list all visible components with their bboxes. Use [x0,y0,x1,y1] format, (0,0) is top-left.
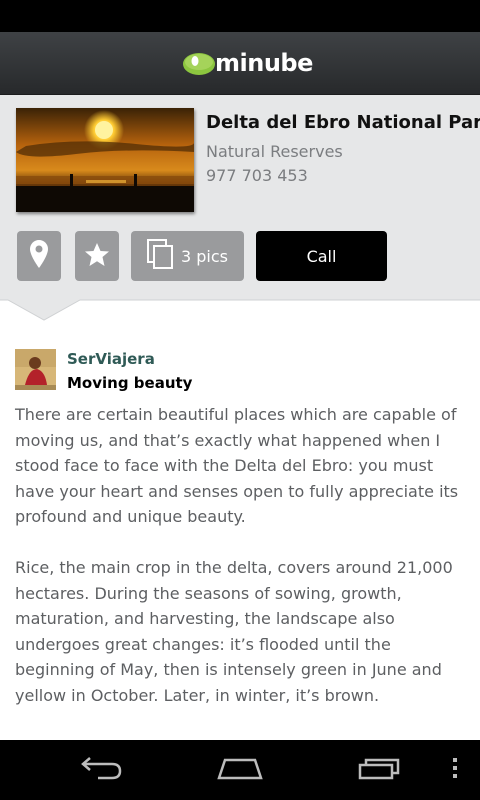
overflow-menu-button[interactable] [440,740,470,800]
photos-count-label: 3 pics [181,246,228,266]
place-photo[interactable] [16,108,194,212]
overflow-menu-icon [452,757,458,783]
review-title: Moving beauty [67,374,193,392]
favorite-button[interactable] [75,231,119,281]
recent-apps-button[interactable] [350,740,410,800]
home-button[interactable] [210,740,270,800]
place-phone: 977 703 453 [206,166,308,185]
place-name: Delta del Ebro National Park [206,112,480,133]
avatar[interactable] [15,349,56,390]
minube-logo: minube [181,47,313,79]
call-button[interactable]: Call [256,231,387,281]
photos-stack-icon [147,239,173,273]
map-button[interactable] [17,231,61,281]
back-button[interactable] [70,740,130,800]
app-bar: minube [0,32,480,95]
place-category: Natural Reserves [206,142,343,161]
header-pointer [0,292,480,322]
map-pin-icon [30,240,48,272]
review-paragraph: Rice, the main crop in the delta, covers… [15,558,453,705]
photos-button[interactable]: 3 pics [131,231,244,281]
navigation-bar [0,740,480,800]
home-icon [216,756,264,784]
status-bar [0,0,480,32]
star-icon [84,242,110,271]
minube-bean-icon [181,49,217,77]
back-icon [78,756,122,784]
recent-apps-icon [358,756,402,784]
review-author[interactable]: SerViajera [67,350,155,368]
review-paragraph: There are certain beautiful places which… [15,405,459,527]
brand-name: minube [215,49,313,77]
